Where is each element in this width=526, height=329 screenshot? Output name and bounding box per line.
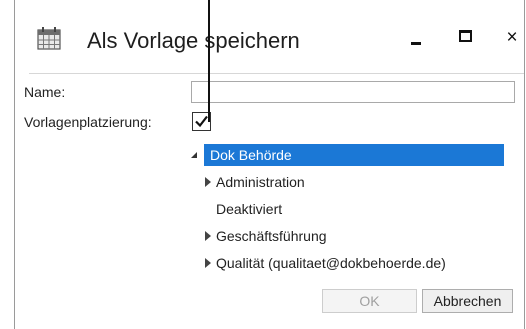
expand-arrow-icon[interactable]	[205, 177, 211, 187]
name-field[interactable]	[191, 81, 515, 103]
tree-item-qualitaet[interactable]: Qualität (qualitaet@dokbehoerde.de)	[204, 252, 504, 274]
tree-item-label: Administration	[216, 174, 305, 190]
tree-item-label: Dok Behörde	[210, 147, 292, 163]
tree-item-label: Qualität (qualitaet@dokbehoerde.de)	[216, 255, 446, 271]
tree-item-deaktiviert[interactable]: Deaktiviert	[204, 198, 504, 220]
tree-item-label: Geschäftsführung	[216, 228, 327, 244]
expand-arrow-icon[interactable]	[205, 258, 211, 268]
tree-item-geschaeftsfuehrung[interactable]: Geschäftsführung	[204, 225, 504, 247]
title-bar: Als Vorlage speichern ×	[15, 14, 524, 64]
window-title: Als Vorlage speichern	[87, 28, 300, 53]
ok-button[interactable]: OK	[322, 289, 417, 313]
close-icon[interactable]: ×	[497, 24, 526, 52]
minimize-icon[interactable]	[401, 24, 431, 52]
collapse-arrow-icon[interactable]	[191, 152, 197, 158]
title-divider	[29, 73, 524, 74]
name-label: Name:	[24, 84, 66, 100]
tree-item-root[interactable]: Dok Behörde	[186, 144, 504, 166]
cancel-button[interactable]: Abbrechen	[422, 289, 513, 313]
mouse-cursor	[208, 0, 210, 122]
maximize-icon[interactable]	[450, 24, 480, 52]
tree-item-label: Deaktiviert	[216, 201, 283, 217]
expand-arrow-icon[interactable]	[205, 231, 211, 241]
placement-label: Vorlagenplatzierung:	[24, 114, 152, 130]
tree-item-administration[interactable]: Administration	[204, 171, 504, 193]
calendar-grid-icon	[37, 27, 61, 50]
